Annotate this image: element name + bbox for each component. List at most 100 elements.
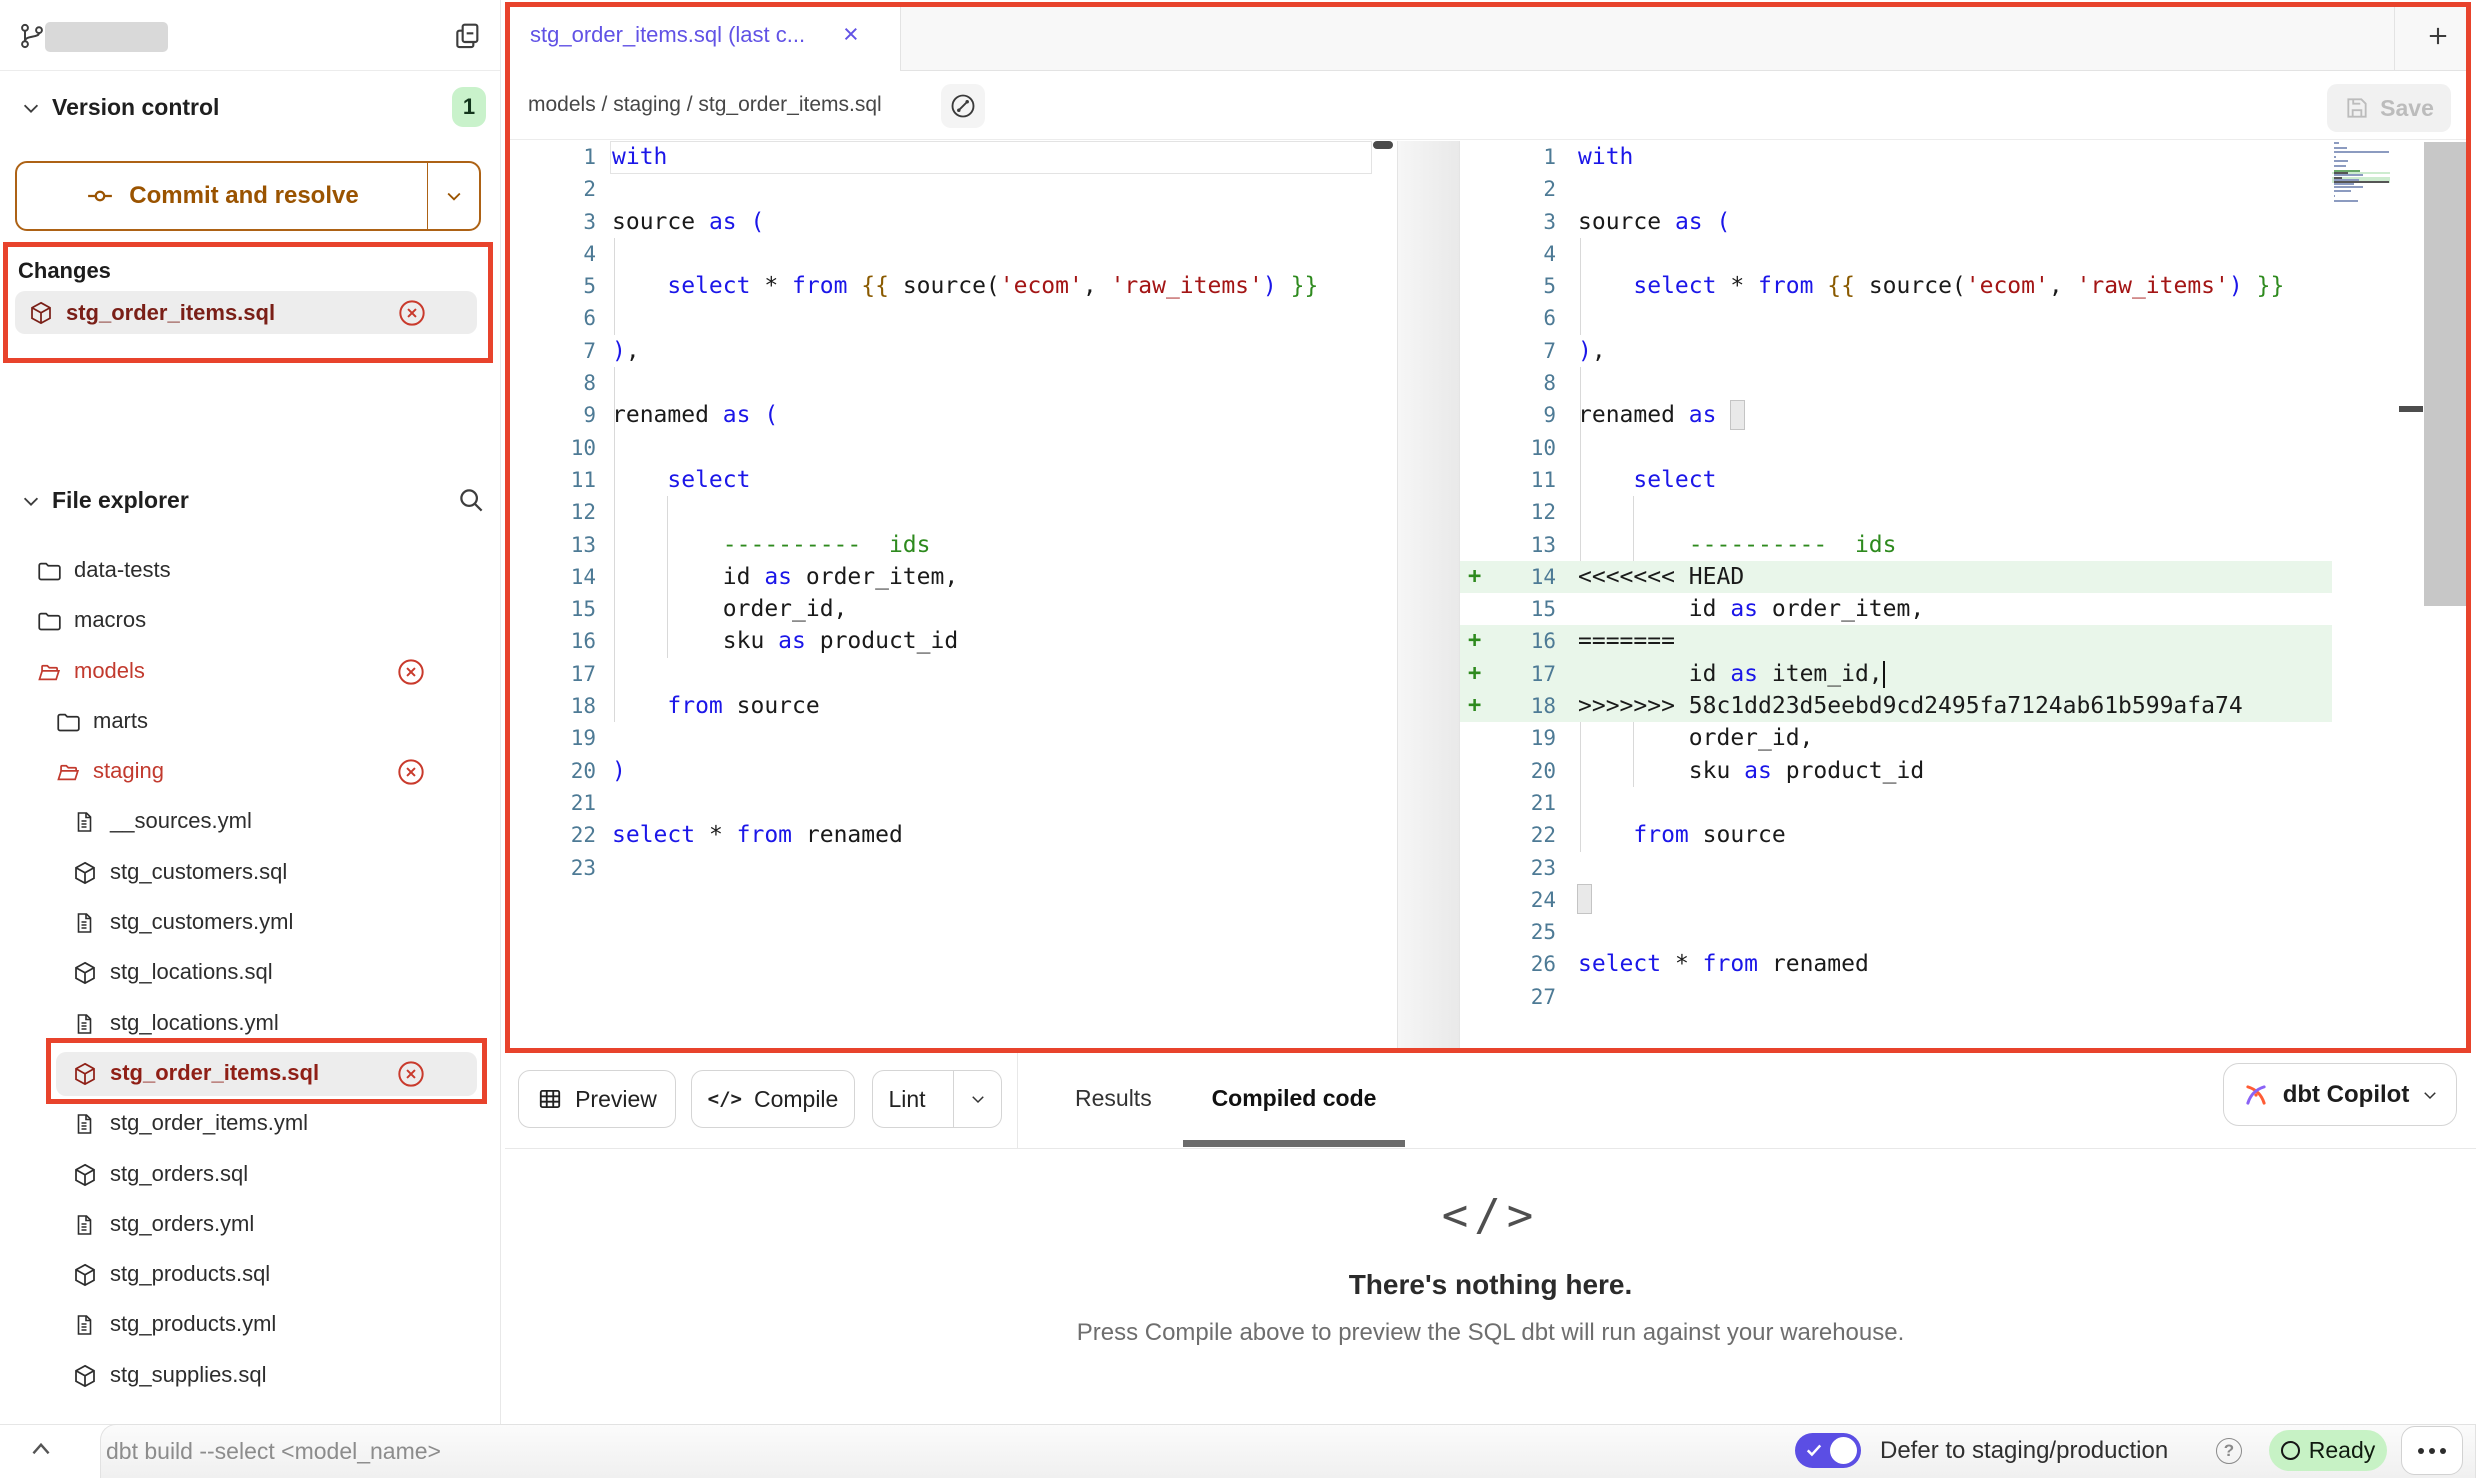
code-line[interactable]: 13 ---------- ids: [1460, 529, 2332, 561]
help-icon[interactable]: ?: [2216, 1438, 2242, 1464]
version-control-collapse-icon[interactable]: [20, 97, 42, 119]
preview-button[interactable]: Preview: [518, 1070, 676, 1128]
file-row-stg-orders-sql[interactable]: stg_orders.sql: [0, 1150, 500, 1200]
file-row-stg-customers-yml[interactable]: stg_customers.yml: [0, 898, 500, 948]
lint-options-caret[interactable]: [953, 1071, 1001, 1127]
code-line[interactable]: 10: [1460, 432, 2332, 464]
code-line[interactable]: 6: [1460, 302, 2332, 334]
code-line[interactable]: 19 order_id,: [1460, 722, 2332, 754]
code-line[interactable]: 10: [507, 432, 1373, 464]
code-line[interactable]: 22 from source: [1460, 819, 2332, 851]
code-line[interactable]: 4: [1460, 238, 2332, 270]
code-line[interactable]: 26select * from renamed: [1460, 948, 2332, 980]
code-line[interactable]: 15 order_id,: [507, 593, 1373, 625]
code-line[interactable]: 1with: [507, 141, 1373, 173]
code-line[interactable]: +18>>>>>>> 58c1dd23d5eebd9cd2495fa7124ab…: [1460, 690, 2332, 722]
file-row-models[interactable]: models: [0, 647, 500, 697]
file-row-stg-products-sql[interactable]: stg_products.sql: [0, 1250, 500, 1300]
discard-change-icon[interactable]: [398, 299, 426, 327]
code-line[interactable]: 24): [1460, 884, 2332, 916]
code-line[interactable]: 8: [507, 367, 1373, 399]
code-line[interactable]: 1with: [1460, 141, 2332, 173]
code-line[interactable]: 27: [1460, 981, 2332, 1013]
search-icon[interactable]: [456, 485, 486, 515]
code-line[interactable]: +17 id as item_id,: [1460, 658, 2332, 690]
code-line[interactable]: 12: [507, 496, 1373, 528]
code-line[interactable]: 6: [507, 302, 1373, 334]
file-row-stg-orders-yml[interactable]: stg_orders.yml: [0, 1200, 500, 1250]
lineage-icon[interactable]: [941, 84, 985, 128]
code-line[interactable]: 17: [507, 658, 1373, 690]
code-line[interactable]: 7),: [507, 335, 1373, 367]
code-line[interactable]: 7),: [1460, 335, 2332, 367]
code-line[interactable]: 2: [1460, 173, 2332, 205]
left-pane-scrollbar-thumb[interactable]: [1373, 141, 1393, 149]
code-line[interactable]: 15 id as order_item,: [1460, 593, 2332, 625]
dbt-copilot-button[interactable]: dbt Copilot: [2223, 1063, 2457, 1126]
file-row-staging[interactable]: staging: [0, 747, 500, 797]
code-line[interactable]: 3source as (: [507, 206, 1373, 238]
discard-change-icon[interactable]: [397, 758, 425, 786]
code-line[interactable]: +16=======: [1460, 625, 2332, 657]
code-line[interactable]: 21: [1460, 787, 2332, 819]
discard-change-icon[interactable]: [397, 658, 425, 686]
code-line[interactable]: 12: [1460, 496, 2332, 528]
code-line[interactable]: 5 select * from {{ source('ecom', 'raw_i…: [1460, 270, 2332, 302]
tab-results[interactable]: Results: [1075, 1085, 1152, 1112]
minimap[interactable]: [2332, 142, 2390, 206]
code-line[interactable]: 9renamed as (: [507, 399, 1373, 431]
lint-button[interactable]: Lint: [872, 1070, 1002, 1128]
commit-options-caret[interactable]: [427, 163, 479, 229]
commit-and-resolve-button[interactable]: Commit and resolve: [15, 161, 481, 231]
file-row-stg-supplies-sql[interactable]: stg_supplies.sql: [0, 1351, 500, 1401]
changed-file-item[interactable]: stg_order_items.sql: [15, 291, 477, 334]
code-line[interactable]: 25: [1460, 916, 2332, 948]
editor-pane-incoming[interactable]: 1with23source as (45 select * from {{ so…: [1460, 141, 2332, 1013]
file-row-data-tests[interactable]: data-tests: [0, 546, 500, 596]
code-line[interactable]: +14<<<<<<< HEAD: [1460, 561, 2332, 593]
file-row-stg-order-items-sql[interactable]: stg_order_items.sql: [0, 1049, 500, 1099]
code-line[interactable]: 3source as (: [1460, 206, 2332, 238]
defer-toggle[interactable]: [1795, 1433, 1861, 1468]
copy-files-icon[interactable]: [452, 20, 484, 52]
code-line[interactable]: 11 select: [1460, 464, 2332, 496]
code-line[interactable]: 5 select * from {{ source('ecom', 'raw_i…: [507, 270, 1373, 302]
code-line[interactable]: 11 select: [507, 464, 1373, 496]
right-pane-scrollbar-thumb[interactable]: [2399, 406, 2423, 412]
file-row-stg-products-yml[interactable]: stg_products.yml: [0, 1300, 500, 1350]
code-line[interactable]: 14 id as order_item,: [507, 561, 1373, 593]
code-line[interactable]: 2: [507, 173, 1373, 205]
code-line[interactable]: 20 sku as product_id: [1460, 755, 2332, 787]
collapse-panel-icon[interactable]: [28, 1438, 54, 1460]
code-line[interactable]: 13 ---------- ids: [507, 529, 1373, 561]
code-line[interactable]: 23: [1460, 852, 2332, 884]
new-tab-icon[interactable]: [2424, 22, 2452, 50]
pane-divider[interactable]: [1397, 141, 1460, 1052]
file-row-macros[interactable]: macros: [0, 596, 500, 646]
save-button[interactable]: Save: [2327, 84, 2451, 132]
code-line[interactable]: 20): [507, 755, 1373, 787]
tab-close-icon[interactable]: ×: [843, 18, 859, 50]
code-line[interactable]: 18 from source: [507, 690, 1373, 722]
code-line[interactable]: 21: [507, 787, 1373, 819]
code-line[interactable]: 8: [1460, 367, 2332, 399]
code-line[interactable]: 19: [507, 722, 1373, 754]
file-row--sources-yml[interactable]: __sources.yml: [0, 797, 500, 847]
discard-change-icon[interactable]: [397, 1060, 425, 1088]
code-line[interactable]: 4: [507, 238, 1373, 270]
more-options-button[interactable]: [2401, 1426, 2463, 1475]
file-row-stg-order-items-yml[interactable]: stg_order_items.yml: [0, 1099, 500, 1149]
code-line[interactable]: 9renamed as (: [1460, 399, 2332, 431]
right-pane-scrollbar[interactable]: [2424, 142, 2468, 606]
tab-stg-order-items[interactable]: stg_order_items.sql (last c... ×: [507, 2, 901, 71]
code-line[interactable]: 16 sku as product_id: [507, 625, 1373, 657]
file-row-stg-locations-yml[interactable]: stg_locations.yml: [0, 999, 500, 1049]
file-row-marts[interactable]: marts: [0, 697, 500, 747]
compile-button[interactable]: </> Compile: [691, 1070, 855, 1128]
file-explorer-collapse-icon[interactable]: [20, 490, 42, 512]
file-row-stg-locations-sql[interactable]: stg_locations.sql: [0, 948, 500, 998]
command-input[interactable]: dbt build --select <model_name>: [106, 1436, 1006, 1466]
tab-compiled-code[interactable]: Compiled code: [1183, 1085, 1405, 1112]
file-row-stg-customers-sql[interactable]: stg_customers.sql: [0, 848, 500, 898]
code-line[interactable]: 22select * from renamed: [507, 819, 1373, 851]
